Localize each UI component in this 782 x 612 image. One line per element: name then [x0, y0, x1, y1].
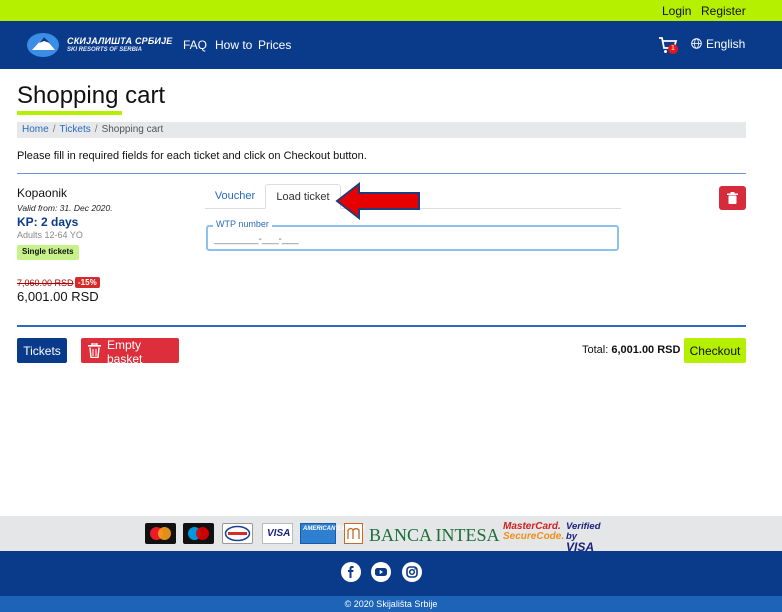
dinacard-logo: [222, 523, 253, 544]
wtp-number-input[interactable]: [214, 232, 604, 246]
ticket-type-badge: Single tickets: [17, 245, 79, 260]
item-age-group: Adults 12-64 YO: [17, 230, 83, 240]
nav-prices[interactable]: Prices: [258, 38, 291, 52]
page-title: Shopping cart: [17, 82, 166, 109]
tab-load-ticket[interactable]: Load ticket: [265, 184, 341, 209]
brand-subtitle: SKI RESORTS OF SERBIA: [67, 47, 142, 53]
footer: [0, 551, 782, 596]
tab-voucher[interactable]: Voucher: [205, 184, 265, 209]
instructions-text: Please fill in required fields for each …: [17, 150, 367, 162]
breadcrumb-tickets[interactable]: Tickets: [59, 124, 90, 135]
mastercard-securecode-logo: MasterCard. SecureCode.: [503, 522, 565, 542]
site-logo[interactable]: СКИЈАЛИШТА СРБИЈЕ SKI RESORTS OF SERBIA: [27, 29, 172, 61]
nav-faq[interactable]: FAQ: [183, 38, 207, 52]
banca-intesa-mark: [344, 523, 363, 544]
item-resort: Kopaonik: [17, 186, 68, 200]
securecode-line-2: SecureCode.: [503, 531, 565, 542]
breadcrumb-separator: /: [52, 124, 56, 135]
verified-by-visa-logo: Verified by VISA: [566, 521, 614, 554]
wtp-label: WTP number: [213, 219, 272, 229]
total-summary: Total: 6,001.00 RSD: [582, 344, 680, 356]
trash-icon: [88, 343, 101, 358]
amex-logo: AMERICAN EXPRESS: [300, 523, 365, 544]
breadcrumb-separator: /: [94, 124, 98, 135]
visa-logo: VISA: [262, 523, 293, 544]
empty-basket-label: Empty basket: [107, 338, 143, 366]
nav-how-to[interactable]: How to: [215, 38, 252, 52]
cart-count-badge: 1: [668, 44, 678, 54]
login-link[interactable]: Login: [662, 4, 691, 18]
delete-item-button[interactable]: [719, 186, 746, 210]
mastercard-logo: [145, 523, 176, 544]
breadcrumb-home[interactable]: Home: [22, 124, 49, 135]
instagram-icon: [406, 566, 418, 578]
instagram-link[interactable]: [402, 562, 422, 582]
total-value: 6,001.00 RSD: [611, 344, 681, 356]
discount-badge: -15%: [75, 277, 100, 288]
total-label: Total:: [582, 344, 609, 356]
facebook-link[interactable]: [341, 562, 361, 582]
checkout-button[interactable]: Checkout: [684, 338, 746, 363]
divider: [17, 325, 746, 327]
youtube-link[interactable]: [371, 562, 391, 582]
brand-title: СКИЈАЛИШТА СРБИЈЕ: [67, 36, 173, 46]
globe-icon: [691, 38, 702, 49]
item-price: 6,001.00 RSD: [17, 289, 99, 304]
red-arrow-annotation: [335, 182, 420, 220]
divider: [17, 173, 746, 174]
register-link[interactable]: Register: [701, 4, 746, 18]
youtube-icon: [375, 568, 387, 576]
facebook-icon: [348, 566, 354, 578]
title-underline: [17, 111, 122, 115]
vbv-line-1: Verified by: [566, 521, 601, 542]
item-valid-from: Valid from: 31. Dec 2020.: [17, 203, 113, 213]
copyright-text: © 2020 Skijališta Srbije: [0, 596, 782, 612]
main-navbar: СКИЈАЛИШТА СРБИЈЕ SKI RESORTS OF SERBIA …: [0, 21, 782, 69]
item-product: KP: 2 days: [17, 215, 79, 229]
top-bar: Login Register: [0, 0, 782, 21]
trash-icon: [727, 192, 738, 204]
item-old-price: 7,060.00 RSD: [17, 278, 74, 288]
maestro-logo: [183, 523, 214, 544]
tickets-button[interactable]: Tickets: [17, 338, 67, 363]
breadcrumb-current: Shopping cart: [101, 124, 164, 135]
payment-methods: VISA AMERICAN EXPRESS BANCA INTESA Maste…: [0, 516, 782, 554]
language-label: English: [706, 37, 746, 51]
banca-intesa-logo: BANCA INTESA: [369, 525, 500, 545]
empty-basket-button[interactable]: Empty basket: [81, 338, 179, 366]
breadcrumb: Home / Tickets / Shopping cart: [17, 122, 746, 138]
language-selector[interactable]: English: [691, 37, 746, 51]
visa-text: VISA: [267, 528, 291, 539]
mountain-logo-icon: [27, 33, 59, 57]
